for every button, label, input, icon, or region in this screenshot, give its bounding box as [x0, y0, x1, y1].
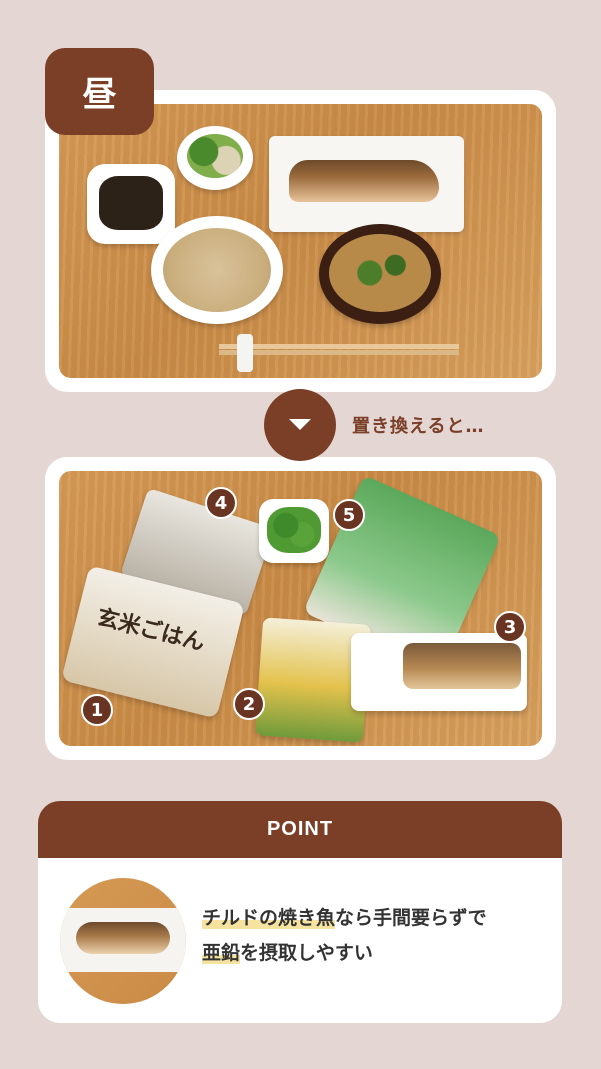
broccoli-bowl — [259, 499, 329, 563]
replacement-meal-card: 玄米ごはん — [45, 457, 556, 760]
point-line-1-rest: なら手間要らずで — [335, 907, 487, 929]
lunch-badge: 昼 — [45, 48, 154, 135]
point-line-2-rest: を摂取しやすい — [240, 942, 373, 964]
original-meal-photo — [59, 104, 542, 378]
grilled-fish-thumbnail — [60, 878, 186, 1004]
down-arrow-circle — [264, 389, 336, 461]
point-card: POINT チルドの焼き魚なら手間要らずで 亜鉛を摂取しやすい — [38, 801, 562, 1023]
brown-rice-package-label: 玄米ごはん — [94, 605, 208, 657]
lunch-label: 昼 — [82, 75, 117, 115]
point-description: チルドの焼き魚なら手間要らずで 亜鉛を摂取しやすい — [202, 901, 542, 971]
replace-caption: 置き換えると… — [352, 416, 485, 437]
miso-soup-bowl — [319, 224, 441, 324]
chopstick-rest — [237, 334, 253, 372]
point-line-2: 亜鉛を摂取しやすい — [202, 936, 542, 971]
chilled-fish-package — [351, 633, 527, 711]
brown-rice-bowl — [151, 216, 283, 324]
number-badge-4: 4 — [205, 487, 237, 519]
number-badge-2: 2 — [233, 688, 265, 720]
point-title: POINT — [266, 818, 334, 840]
original-meal-card — [45, 90, 556, 392]
broccoli-side-bowl — [177, 126, 253, 190]
point-line-1: チルドの焼き魚なら手間要らずで — [202, 901, 542, 936]
replacement-meal-photo: 玄米ごはん — [59, 471, 542, 746]
chevron-down-icon — [289, 419, 311, 430]
number-badge-1: 1 — [81, 694, 113, 726]
hijiki-bowl — [87, 164, 175, 244]
point-header: POINT — [38, 801, 562, 858]
highlight-zinc: 亜鉛 — [202, 942, 241, 964]
grilled-mackerel — [289, 160, 439, 202]
number-badge-5: 5 — [333, 499, 365, 531]
chopsticks — [219, 344, 459, 349]
highlight-chilled-fish: チルドの焼き魚 — [202, 907, 336, 929]
number-badge-3: 3 — [494, 611, 526, 643]
